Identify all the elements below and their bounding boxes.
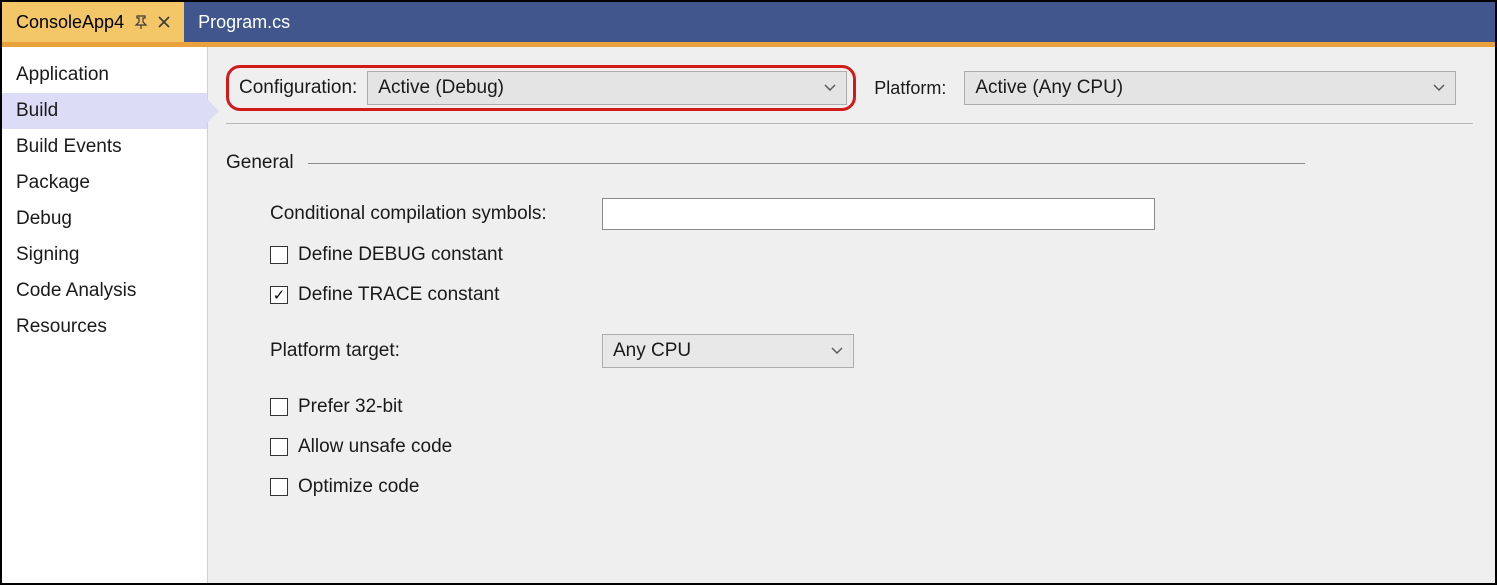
define-debug-label: Define DEBUG constant [298,244,503,266]
define-debug-checkbox[interactable] [270,246,288,264]
configuration-group: Configuration: Active (Debug) [226,65,856,111]
sidebar: Application Build Build Events Package D… [2,47,208,583]
section-divider [308,163,1305,164]
conditional-symbols-input[interactable] [602,198,1155,230]
define-trace-checkbox[interactable] [270,286,288,304]
sidebar-item-code-analysis[interactable]: Code Analysis [2,273,207,309]
sidebar-item-label: Resources [16,316,107,337]
sidebar-item-label: Package [16,172,90,193]
allow-unsafe-label: Allow unsafe code [298,436,452,458]
allow-unsafe-checkbox[interactable] [270,438,288,456]
platform-target-label: Platform target: [270,340,602,362]
conditional-symbols-label: Conditional compilation symbols: [270,203,602,225]
optimize-code-label: Optimize code [298,476,419,498]
sidebar-item-debug[interactable]: Debug [2,201,207,237]
dropdown-value: Any CPU [613,340,691,362]
sidebar-item-application[interactable]: Application [2,57,207,93]
section-title: General [226,152,294,174]
platform-target-dropdown[interactable]: Any CPU [602,334,854,368]
sidebar-item-label: Application [16,64,109,85]
platform-label: Platform: [874,78,946,99]
configuration-label: Configuration: [239,77,357,99]
dropdown-value: Active (Any CPU) [975,77,1123,99]
tab-label: ConsoleApp4 [16,12,124,33]
sidebar-item-label: Build [16,100,58,121]
sidebar-item-build-events[interactable]: Build Events [2,129,207,165]
tab-program-cs[interactable]: Program.cs [184,2,304,42]
platform-dropdown[interactable]: Active (Any CPU) [964,71,1456,105]
sidebar-item-label: Signing [16,244,79,265]
pin-icon[interactable] [134,15,148,29]
configuration-dropdown[interactable]: Active (Debug) [367,71,847,105]
optimize-code-checkbox[interactable] [270,478,288,496]
sidebar-item-signing[interactable]: Signing [2,237,207,273]
tab-project-properties[interactable]: ConsoleApp4 [2,2,184,42]
sidebar-item-label: Debug [16,208,72,229]
sidebar-item-resources[interactable]: Resources [2,309,207,345]
sidebar-item-build[interactable]: Build [2,93,207,129]
tab-bar: ConsoleApp4 Program.cs [2,2,1495,42]
define-trace-label: Define TRACE constant [298,284,499,306]
main-panel: Configuration: Active (Debug) Platform: … [208,47,1495,583]
tab-label: Program.cs [198,12,290,33]
sidebar-item-package[interactable]: Package [2,165,207,201]
sidebar-item-label: Code Analysis [16,280,136,301]
prefer-32bit-label: Prefer 32-bit [298,396,403,418]
chevron-down-icon [1433,84,1445,92]
divider [226,123,1473,124]
close-icon[interactable] [158,16,170,28]
dropdown-value: Active (Debug) [378,77,504,99]
sidebar-item-label: Build Events [16,136,122,157]
chevron-down-icon [831,347,843,355]
chevron-down-icon [824,84,836,92]
prefer-32bit-checkbox[interactable] [270,398,288,416]
